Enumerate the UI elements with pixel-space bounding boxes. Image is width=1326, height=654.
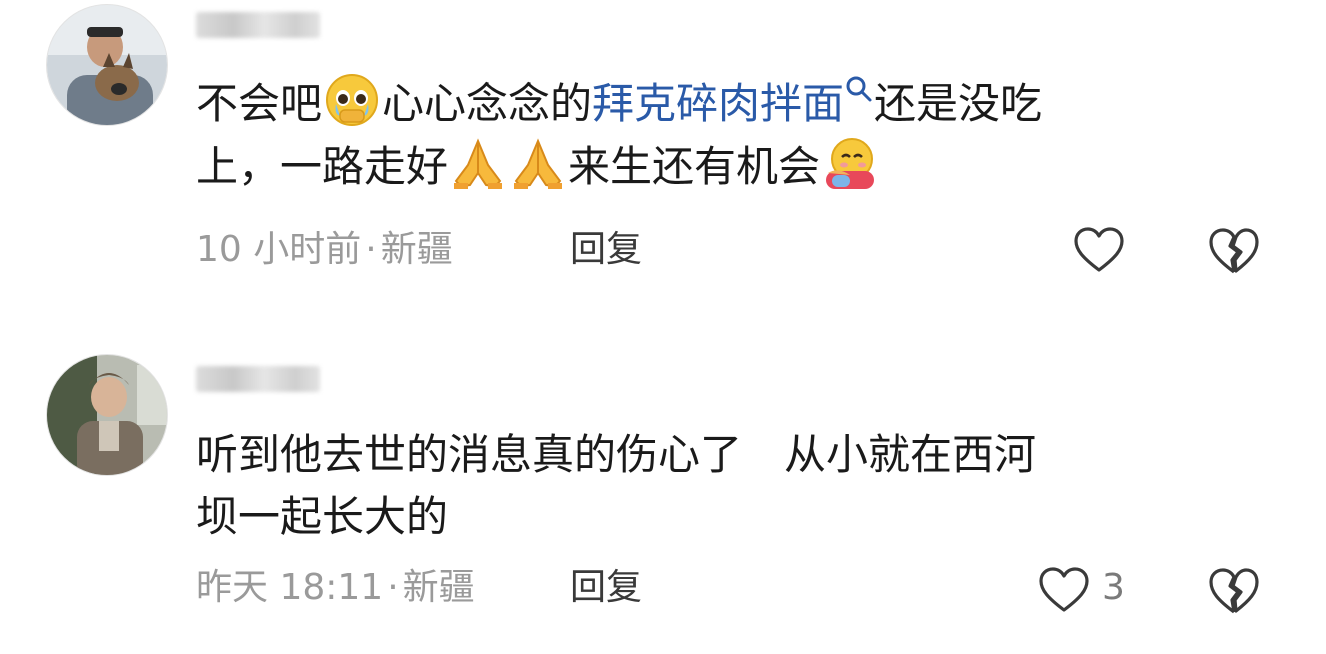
comment-text-segment: 上，一路走好 [196,142,449,191]
comment-meta: 昨天 18:11 · 新疆 [196,566,475,610]
username-blurred[interactable] [196,12,320,38]
broken-heart-icon[interactable] [1208,566,1260,616]
comment-line-2: 坝一起长大的 [196,492,449,541]
heart-icon[interactable] [1073,226,1125,274]
pleading-face-emoji-icon [326,74,379,126]
meta-separator: · [387,567,399,608]
comment-line-1: 听到他去世的消息真的伤心了 从小就在西河 [196,430,1037,479]
comment-location: 新疆 [380,229,453,270]
reply-button[interactable]: 回复 [570,566,642,610]
comment-time: 昨天 18:11 [196,567,384,608]
comment-text-segment: 还是没吃 [874,79,1043,128]
comment-item: 不会吧 心心念念的拜克碎肉拌面 还是没吃 上，一路走好 来生还有机会 10 小时前 · 新… [0,0,1326,330]
comment-text-segment: 不会吧 [196,79,323,128]
comment-time: 10 小时前 [196,229,362,270]
heart-icon[interactable] [1038,566,1090,614]
broken-heart-icon[interactable] [1208,226,1260,276]
search-keyword-link[interactable]: 拜克碎肉拌面 [592,79,844,128]
reply-button[interactable]: 回复 [570,228,642,272]
folded-hands-emoji-icon [514,138,563,189]
comment-text: 不会吧 心心念念的拜克碎肉拌面 还是没吃 上，一路走好 来生还有机会 [196,72,1256,198]
meta-separator: · [365,229,377,270]
comment-text-segment: 来生还有机会 [568,142,821,191]
comment-line-1: 不会吧 心心念念的拜克碎肉拌面 还是没吃 [196,72,1256,135]
comment-meta: 10 小时前 · 新疆 [196,228,453,272]
folded-hands-emoji-icon [454,138,503,189]
comment-item: 听到他去世的消息真的伤心了 从小就在西河 坝一起长大的 昨天 18:11 · 新疆 … [0,330,1326,654]
user-avatar[interactable] [46,354,168,476]
comment-text: 听到他去世的消息真的伤心了 从小就在西河 坝一起长大的 [196,424,1256,548]
avatar-man-with-dog-icon [47,5,167,125]
comment-text-segment: 心心念念的 [382,79,593,128]
user-avatar[interactable] [46,4,168,126]
like-count: 3 [1102,567,1125,608]
hugging-face-emoji-icon [826,138,875,189]
comment-location: 新疆 [402,567,475,608]
search-icon[interactable] [844,74,874,104]
username-blurred[interactable] [196,366,320,392]
avatar-elderly-person-icon [47,355,167,475]
comment-line-2: 上，一路走好 来生还有机会 [196,135,1256,198]
